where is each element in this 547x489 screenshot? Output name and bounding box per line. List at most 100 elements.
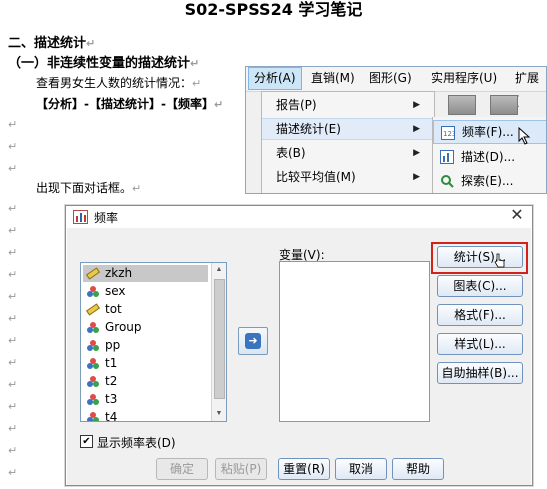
paragraph-mark: ↵ <box>8 401 18 413</box>
dialog-body: zkzh sex tot Group pp t1 t2 t3 t4 ▲ ▼ ➜ … <box>67 228 531 485</box>
nominal-icon <box>87 394 99 405</box>
cancel-button[interactable]: 取消 <box>335 458 387 480</box>
paragraph-mark: ↵ <box>8 163 18 175</box>
menu-direct-marketing[interactable]: 直销(M) <box>306 67 360 90</box>
section-heading: 二、描述统计↵ <box>8 32 95 51</box>
target-variable-list[interactable] <box>279 261 430 422</box>
paragraph-mark: ↵ <box>8 357 18 369</box>
menubar: 分析(A) 直销(M) 图形(G) 实用程序(U) 扩展( <box>246 67 546 108</box>
paragraph-mark: ↵ <box>8 423 18 435</box>
bootstrap-button[interactable]: 自助抽样(B)... <box>437 362 523 384</box>
menu-extensions[interactable]: 扩展( <box>510 67 546 108</box>
paragraph-dialog-text: 出现下面对话框。 <box>36 181 133 195</box>
nominal-icon <box>87 340 99 351</box>
variable-name: t1 <box>105 356 118 370</box>
scroll-up-icon[interactable]: ▲ <box>212 263 226 277</box>
move-variable-button[interactable]: ➜ <box>238 327 268 355</box>
help-button[interactable]: 帮助 <box>392 458 444 480</box>
nominal-icon <box>87 322 99 333</box>
variable-name: t4 <box>105 410 118 422</box>
menu-utilities[interactable]: 实用程序(U) <box>426 67 502 90</box>
dialog-title: 频率 <box>94 211 119 225</box>
close-icon[interactable]: ✕ <box>508 207 526 225</box>
list-scrollbar[interactable]: ▲ ▼ <box>211 263 226 421</box>
paragraph-mark: ↵ <box>8 467 18 479</box>
paragraph-mark: ↵ <box>8 313 18 325</box>
format-button[interactable]: 格式(F)... <box>437 304 523 326</box>
toolbar-tile <box>490 95 518 115</box>
menu-item-descriptive-statistics[interactable]: 描述统计(E) ▶ <box>262 118 434 140</box>
nominal-icon <box>87 286 99 297</box>
menu-item-label: 表(B) <box>276 146 306 160</box>
section-heading-text: 二、描述统计 <box>8 36 87 51</box>
submenu-arrow-icon: ▶ <box>413 100 420 110</box>
paragraph-check-text: 查看男女生人数的统计情况： <box>36 76 193 90</box>
hand-cursor-icon <box>494 253 505 268</box>
ok-button[interactable]: 确定 <box>156 458 208 480</box>
submenu-arrow-icon: ▶ <box>413 148 420 158</box>
document-title: S02-SPSS24 学习笔记 <box>184 0 363 19</box>
source-variable-list[interactable]: zkzh sex tot Group pp t1 t2 t3 t4 ▲ ▼ <box>80 262 227 422</box>
paragraph-mark: ↵ <box>8 203 18 215</box>
scroll-down-icon[interactable]: ▼ <box>212 407 226 421</box>
menu-item-label: 描述(D)... <box>461 150 516 164</box>
frequencies-dialog: 频率 ✕ zkzh sex tot Group pp t1 t2 t3 t4 ▲… <box>65 205 533 486</box>
variable-item[interactable]: zkzh <box>83 265 208 282</box>
variable-name: pp <box>105 338 121 352</box>
menu-item-label: 报告(P) <box>276 98 317 112</box>
menu-item-tables[interactable]: 表(B) ▶ <box>262 142 434 164</box>
menu-item-explore[interactable]: 探索(E)... <box>433 169 546 193</box>
reset-button[interactable]: 重置(R) <box>278 458 330 480</box>
paragraph-check: 查看男女生人数的统计情况：↵ <box>36 74 201 91</box>
ruler-icon <box>86 303 100 316</box>
paragraph-mark: ↵ <box>8 379 18 391</box>
nominal-icon <box>87 358 99 369</box>
svg-text:123: 123 <box>443 130 455 138</box>
charts-button[interactable]: 图表(C)... <box>437 275 523 297</box>
scrollbar-thumb[interactable] <box>214 279 225 399</box>
variable-name: sex <box>105 284 126 298</box>
paragraph-path: 【分析】-【描述统计】-【频率】↵ <box>36 95 223 112</box>
variable-name: t3 <box>105 392 118 406</box>
variable-name: zkzh <box>105 266 133 280</box>
statistics-button[interactable]: 统计(S)... <box>437 246 523 268</box>
paragraph-mark: ↵ <box>213 98 224 111</box>
subsection-heading-text: （一）非连续性变量的描述统计 <box>8 56 191 71</box>
menu-item-label: 频率(F)... <box>462 125 514 139</box>
mouse-cursor-icon <box>518 127 531 145</box>
checkbox[interactable]: ✔ <box>80 435 93 448</box>
frequencies-icon: 123 <box>441 126 455 140</box>
menu-item-reports[interactable]: 报告(P) ▶ <box>262 94 434 116</box>
menu-item-compare-means[interactable]: 比较平均值(M) ▶ <box>262 166 434 188</box>
menu-item-label: 探索(E)... <box>461 174 514 188</box>
ruler-icon <box>86 267 100 280</box>
paragraph-mark: ↵ <box>192 77 202 90</box>
dialog-titlebar: 频率 ✕ <box>66 206 532 228</box>
paragraph-mark: ↵ <box>8 141 18 153</box>
paragraph-mark: ↵ <box>190 57 200 70</box>
subsection-heading: （一）非连续性变量的描述统计↵ <box>8 52 199 71</box>
analyze-dropdown: 报告(P) ▶ 描述统计(E) ▶ 表(B) ▶ 比较平均值(M) ▶ <box>261 91 435 193</box>
spss-app-icon <box>73 210 88 224</box>
paragraph-mark: ↵ <box>8 445 18 457</box>
paragraph-mark: ↵ <box>8 335 18 347</box>
paragraph-dialog: 出现下面对话框。↵ <box>36 179 141 196</box>
menu-analyze[interactable]: 分析(A) <box>248 67 302 90</box>
paragraph-mark: ↵ <box>8 247 18 259</box>
menu-item-frequencies[interactable]: 123 频率(F)... <box>433 120 546 145</box>
descriptives-icon <box>440 150 454 164</box>
arrow-right-icon: ➜ <box>245 333 261 349</box>
spss-menu-screenshot: 分析(A) 直销(M) 图形(G) 实用程序(U) 扩展( 报告(P) ▶ 描述… <box>245 66 547 194</box>
menu-item-label: 描述统计(E) <box>276 122 341 136</box>
variable-name: t2 <box>105 374 118 388</box>
explore-icon <box>441 175 454 188</box>
nominal-icon <box>87 376 99 387</box>
style-button[interactable]: 样式(L)... <box>437 333 523 355</box>
menu-graphs[interactable]: 图形(G) <box>364 67 417 90</box>
paste-button[interactable]: 粘贴(P) <box>215 458 267 480</box>
paragraph-mark: ↵ <box>8 119 18 131</box>
menu-item-descriptives[interactable]: 描述(D)... <box>433 145 546 169</box>
submenu-arrow-icon: ▶ <box>413 124 420 134</box>
checkbox-label: 显示频率表(D) <box>97 436 176 450</box>
paragraph-mark: ↵ <box>8 269 18 281</box>
